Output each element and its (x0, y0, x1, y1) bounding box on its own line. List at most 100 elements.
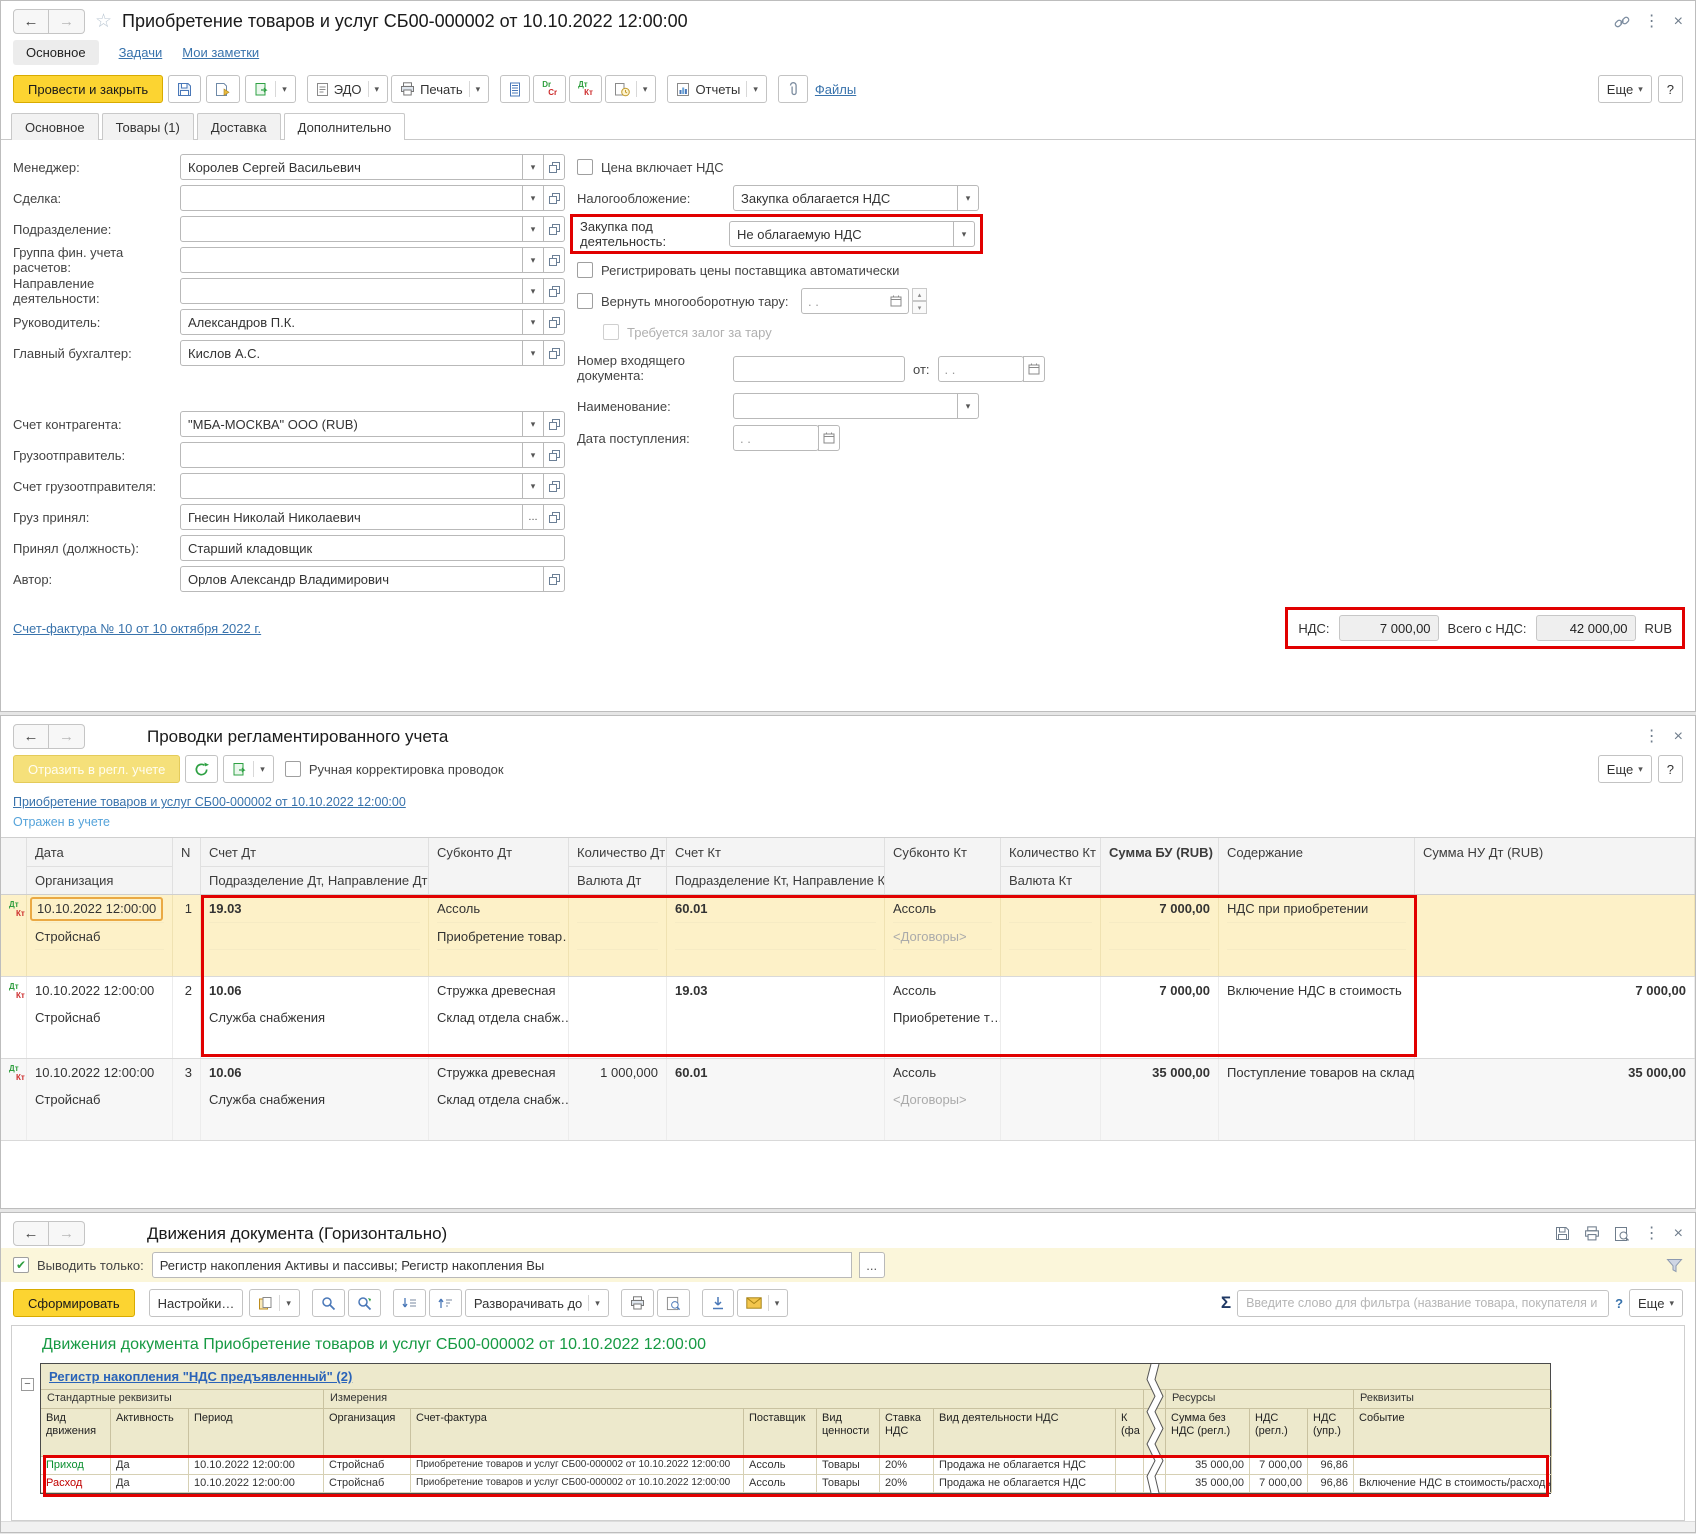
register-row-income[interactable]: Приход Да 10.10.2022 12:00:00 Стройснаб … (41, 1457, 1552, 1475)
subnav-main[interactable]: Основное (13, 40, 99, 65)
cargo-accepted-field[interactable]: Гнесин Николай Николаевич (180, 504, 523, 530)
dt-kt-button[interactable]: Дт Кт (569, 75, 602, 103)
tab-delivery[interactable]: Доставка (196, 113, 281, 140)
dropdown-icon[interactable]: ▾ (522, 154, 544, 180)
forward-arrow-icon[interactable]: → (49, 9, 85, 34)
open-icon[interactable] (543, 442, 565, 468)
collapse-groups-button[interactable] (392, 1289, 426, 1317)
author-field[interactable]: Орлов Александр Владимирович (180, 566, 544, 592)
files-link[interactable]: Файлы (815, 82, 856, 97)
back-arrow-icon[interactable]: ← (13, 1221, 49, 1246)
edo-button[interactable]: ЭДО ▾ (306, 75, 389, 103)
post-and-close-button[interactable]: Провести и закрыть (13, 75, 164, 103)
help-button[interactable]: ? (1657, 755, 1683, 783)
dropdown-icon[interactable]: ▾ (957, 185, 979, 211)
save-file-button[interactable] (701, 1289, 734, 1317)
close-icon[interactable]: × (1674, 13, 1683, 30)
name-select[interactable] (733, 393, 958, 419)
register-link[interactable]: Регистр накопления "НДС предъявленный" (… (49, 1369, 352, 1384)
dropdown-icon[interactable]: ▾ (522, 411, 544, 437)
subnav-tasks[interactable]: Задачи (119, 45, 163, 60)
print-button[interactable]: Печать ▾ (391, 75, 490, 103)
save-icon[interactable] (1555, 1226, 1570, 1241)
posting-row[interactable]: Дт Кт 10.10.2022 12:00:00 Стройснаб 1 19.0… (1, 895, 1695, 977)
counterparty-account-field[interactable]: "МБА-МОСКВА" ООО (RUB) (180, 411, 523, 437)
price-includes-vat-checkbox[interactable] (577, 159, 593, 175)
department-field[interactable] (180, 216, 523, 242)
print-button[interactable] (620, 1289, 654, 1317)
more-vert-icon[interactable]: ⋮ (1644, 13, 1660, 30)
calendar-icon[interactable] (1022, 356, 1045, 382)
preview-icon[interactable] (1614, 1226, 1630, 1242)
search-reset-button[interactable] (347, 1289, 381, 1317)
dropdown-icon[interactable]: ▾ (957, 393, 979, 419)
expand-groups-button[interactable] (428, 1289, 462, 1317)
show-only-field[interactable]: Регистр накопления Активы и пассивы; Рег… (151, 1252, 852, 1278)
dropdown-icon[interactable]: ▾ (522, 185, 544, 211)
calendar-icon[interactable] (818, 425, 840, 451)
open-icon[interactable] (543, 340, 565, 366)
manager-field[interactable]: Королев Сергей Васильевич (180, 154, 523, 180)
doc-history-button[interactable]: ▾ (604, 75, 657, 103)
open-icon[interactable] (543, 278, 565, 304)
incoming-date-field[interactable]: . . (937, 356, 1024, 382)
save-button[interactable] (168, 75, 202, 103)
fin-group-field[interactable] (180, 247, 523, 273)
report-variants-button[interactable]: ▾ (249, 1289, 300, 1317)
head-field[interactable]: Александров П.К. (180, 309, 523, 335)
open-icon[interactable] (543, 566, 565, 592)
printer-icon[interactable] (1584, 1226, 1600, 1241)
help-link[interactable]: ? (1615, 1296, 1623, 1311)
open-icon[interactable] (543, 154, 565, 180)
dropdown-icon[interactable]: ▾ (522, 340, 544, 366)
favorite-star-icon[interactable]: ☆ (95, 10, 112, 33)
chief-accountant-field[interactable]: Кислов А.С. (180, 340, 523, 366)
dropdown-icon[interactable]: ▾ (522, 216, 544, 242)
dropdown-icon[interactable]: ▾ (522, 309, 544, 335)
open-icon[interactable] (543, 473, 565, 499)
back-arrow-icon[interactable]: ← (13, 9, 49, 34)
reports-button[interactable]: Отчеты ▾ (667, 75, 767, 103)
generate-button[interactable]: Сформировать (13, 1289, 135, 1317)
manual-adjust-checkbox[interactable] (284, 761, 301, 777)
search-button[interactable] (311, 1289, 345, 1317)
create-based-on-button[interactable]: ▾ (223, 755, 274, 783)
report-filter-input[interactable] (1237, 1289, 1610, 1317)
subnav-notes[interactable]: Мои заметки (182, 45, 259, 60)
register-records-button[interactable] (500, 75, 531, 103)
settings-button[interactable]: Настройки… (148, 1289, 244, 1317)
posting-row[interactable]: Дт Кт 10.10.2022 12:00:00 Стройснаб 3 10.0… (1, 1059, 1695, 1141)
more-button[interactable]: Еще ▾ (1629, 1289, 1683, 1317)
dropdown-icon[interactable]: ▾ (953, 221, 975, 247)
return-tare-date-field[interactable]: . . (801, 288, 909, 314)
consignor-account-field[interactable] (180, 473, 523, 499)
collapse-group-icon[interactable]: − (21, 1378, 34, 1391)
ellipsis-icon[interactable]: ... (858, 1252, 885, 1278)
purchase-activity-select[interactable]: Не облагаемую НДС (729, 221, 954, 247)
dropdown-icon[interactable]: ▾ (522, 278, 544, 304)
print-preview-button[interactable] (656, 1289, 690, 1317)
refresh-button[interactable] (185, 755, 219, 783)
expand-to-button[interactable]: Разворачивать до ▾ (464, 1289, 609, 1317)
close-icon[interactable]: × (1674, 728, 1683, 745)
dropdown-icon[interactable]: ▾ (522, 442, 544, 468)
activity-direction-field[interactable] (180, 278, 523, 304)
more-vert-icon[interactable]: ⋮ (1644, 1225, 1660, 1242)
open-icon[interactable] (543, 185, 565, 211)
reflect-button[interactable]: Отразить в регл. учете (13, 755, 181, 783)
more-vert-icon[interactable]: ⋮ (1644, 728, 1660, 745)
post-button[interactable] (206, 75, 241, 103)
forward-arrow-icon[interactable]: → (49, 1221, 85, 1246)
ellipsis-icon[interactable]: ... (522, 504, 544, 530)
help-button[interactable]: ? (1657, 75, 1683, 103)
consignor-field[interactable] (180, 442, 523, 468)
taxation-select[interactable]: Закупка облагается НДС (733, 185, 958, 211)
tab-additional[interactable]: Дополнительно (283, 113, 406, 140)
close-icon[interactable]: × (1674, 1225, 1683, 1242)
filter-funnel-icon[interactable] (1666, 1258, 1683, 1273)
attach-button[interactable] (777, 75, 808, 103)
send-mail-button[interactable]: ▾ (736, 1289, 789, 1317)
show-only-checkbox[interactable]: ✔ (13, 1257, 29, 1273)
register-row-expense[interactable]: Расход Да 10.10.2022 12:00:00 Стройснаб … (41, 1475, 1552, 1493)
accepted-position-field[interactable]: Старший кладовщик (180, 535, 565, 561)
